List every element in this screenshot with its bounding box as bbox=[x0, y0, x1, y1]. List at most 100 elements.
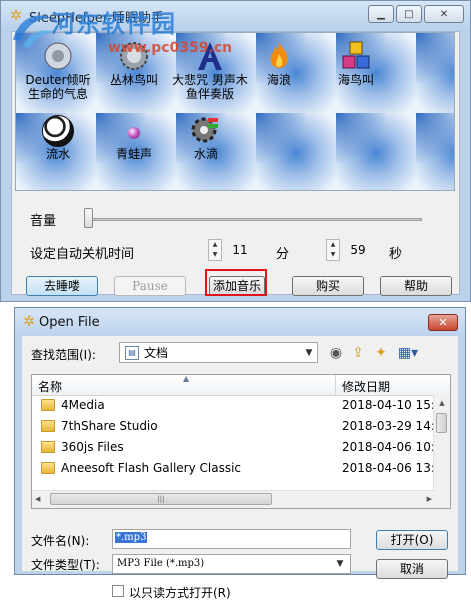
sound-item-seabirds[interactable]: 海鸟叫 bbox=[318, 39, 394, 109]
filetype-combo[interactable]: MP3 File (*.mp3) ▼ bbox=[112, 554, 351, 574]
item-name: 7thShare Studio bbox=[61, 419, 158, 433]
add-music-highlight bbox=[205, 269, 267, 296]
dialog-title: Open File bbox=[39, 315, 100, 330]
spin-up-icon[interactable]: ▲ bbox=[209, 240, 221, 250]
bead-icon bbox=[117, 113, 151, 147]
look-in-label: 查找范围(I): bbox=[31, 348, 96, 362]
help-button[interactable]: 帮助 bbox=[380, 276, 452, 296]
window-title: SleepHelper-睡眠助手 bbox=[29, 11, 164, 26]
list-item[interactable]: 4Media 2018-04-10 15:1 bbox=[32, 395, 443, 416]
item-date: 2018-04-06 10:4 bbox=[342, 440, 443, 454]
item-date: 2018-04-06 13: bbox=[342, 461, 435, 475]
scroll-right-icon[interactable]: ▶ bbox=[427, 491, 432, 508]
sound-item-dabei-mantra[interactable]: 大悲咒 男声木鱼伴奏版 bbox=[172, 39, 248, 109]
readonly-label[interactable]: 以只读方式打开(R) bbox=[129, 584, 231, 601]
file-list[interactable]: 名称 ▲ 修改日期 4Media 2018-04-10 15:1 7thShar… bbox=[31, 374, 451, 509]
volume-label: 音量 bbox=[30, 214, 57, 229]
minutes-stepper[interactable]: ▲ ▼ 11 bbox=[208, 239, 258, 261]
sound-label: 青蛙声 bbox=[115, 147, 152, 161]
spin-down-icon[interactable]: ▼ bbox=[327, 250, 339, 260]
soccer-ball-icon bbox=[41, 113, 75, 147]
column-divider[interactable] bbox=[335, 375, 336, 395]
back-icon[interactable]: ◉ bbox=[326, 343, 346, 363]
minimize-icon: ▁ bbox=[377, 8, 385, 20]
column-date-header[interactable]: 修改日期 bbox=[342, 378, 390, 395]
flame-icon bbox=[262, 39, 296, 73]
chevron-down-icon[interactable]: ▼ bbox=[301, 348, 317, 358]
list-item[interactable]: 7thShare Studio 2018-03-29 14:4 bbox=[32, 416, 443, 437]
dialog-close-button[interactable]: ✕ bbox=[428, 314, 458, 331]
vertical-scroll-thumb[interactable] bbox=[436, 413, 447, 433]
documents-icon: ▤ bbox=[125, 345, 139, 360]
filename-value: *.mp3 bbox=[115, 532, 148, 543]
go-sleep-button[interactable]: 去睡喽 bbox=[26, 276, 98, 296]
dialog-titlebar[interactable]: ✲ Open File ✕ bbox=[15, 308, 465, 336]
globe-icon bbox=[41, 39, 75, 73]
folder-icon bbox=[41, 399, 55, 411]
folder-icon bbox=[41, 462, 55, 474]
dialog-client: 查找范围(I): ▤ 文档 ▼ ◉ ⇪ ✦ ▦▾ 名称 ▲ 修改日期 4Medi… bbox=[22, 336, 458, 600]
window-controls: ▁ □ ✕ bbox=[368, 5, 464, 23]
sound-item-flowing-water[interactable]: 流水 bbox=[20, 113, 96, 183]
seconds-spin-arrows[interactable]: ▲ ▼ bbox=[326, 239, 340, 261]
horizontal-scroll-thumb[interactable]: ||| bbox=[50, 493, 272, 505]
sound-item-jungle-birds[interactable]: 丛林鸟叫 bbox=[96, 39, 172, 109]
pause-button[interactable]: Pause bbox=[114, 276, 186, 296]
scroll-left-icon[interactable]: ◀ bbox=[35, 491, 40, 508]
filename-input[interactable]: *.mp3 bbox=[112, 529, 351, 549]
letter-a-icon bbox=[193, 39, 227, 73]
folder-icon bbox=[41, 441, 55, 453]
list-item[interactable]: Aneesoft Flash Gallery Classic 2018-04-0… bbox=[32, 458, 435, 479]
volume-slider-thumb[interactable] bbox=[84, 208, 93, 228]
column-name-header[interactable]: 名称 bbox=[38, 378, 62, 395]
minutes-spin-arrows[interactable]: ▲ ▼ bbox=[208, 239, 222, 261]
minutes-unit: 分 bbox=[276, 247, 290, 262]
sound-label: 海浪 bbox=[266, 73, 291, 87]
minimize-button[interactable]: ▁ bbox=[368, 5, 394, 23]
filetype-value: MP3 File (*.mp3) bbox=[117, 558, 205, 569]
cubes-icon bbox=[339, 39, 373, 73]
seconds-unit: 秒 bbox=[389, 247, 403, 262]
sound-item-water-drops[interactable]: 水滴 bbox=[168, 113, 244, 183]
look-in-combo[interactable]: ▤ 文档 ▼ bbox=[119, 342, 318, 363]
gear-globe-icon bbox=[117, 39, 151, 73]
item-date: 2018-03-29 14:4 bbox=[342, 419, 443, 433]
chevron-down-icon[interactable]: ▼ bbox=[332, 555, 348, 573]
vertical-scrollbar[interactable]: ▲ bbox=[433, 395, 450, 492]
up-folder-icon[interactable]: ⇪ bbox=[348, 343, 368, 363]
sleephelper-titlebar[interactable]: ✲ SleepHelper-睡眠助手 ▁ □ ✕ bbox=[1, 1, 470, 31]
close-button[interactable]: ✕ bbox=[424, 5, 464, 23]
volume-slider-track[interactable] bbox=[86, 218, 422, 221]
sound-label: 丛林鸟叫 bbox=[109, 73, 158, 87]
item-name: 360js Files bbox=[61, 440, 124, 454]
readonly-checkbox[interactable] bbox=[112, 585, 124, 597]
sound-item-waves[interactable]: 海浪 bbox=[241, 39, 317, 109]
seconds-stepper[interactable]: ▲ ▼ 59 bbox=[326, 239, 376, 261]
maximize-button[interactable]: □ bbox=[396, 5, 422, 23]
sound-label: 海鸟叫 bbox=[337, 73, 374, 87]
sound-label: 流水 bbox=[45, 147, 70, 161]
horizontal-scrollbar[interactable]: ◀ ||| ▶ bbox=[32, 490, 435, 508]
item-name: Aneesoft Flash Gallery Classic bbox=[61, 461, 242, 475]
spin-up-icon[interactable]: ▲ bbox=[327, 240, 339, 250]
scroll-up-icon[interactable]: ▲ bbox=[434, 395, 450, 411]
list-header: 名称 ▲ 修改日期 bbox=[32, 375, 450, 396]
sound-item-frogs[interactable]: 青蛙声 bbox=[96, 113, 172, 183]
sound-label: Deuter倾听生命的气息 bbox=[25, 73, 91, 101]
maximize-icon: □ bbox=[404, 8, 414, 20]
cancel-button[interactable]: 取消 bbox=[376, 559, 448, 579]
look-in-value: 文档 bbox=[144, 346, 169, 360]
open-button[interactable]: 打开(O) bbox=[376, 530, 448, 550]
seconds-value[interactable]: 59 bbox=[340, 239, 376, 261]
buy-button[interactable]: 购买 bbox=[292, 276, 364, 296]
view-menu-icon[interactable]: ▦▾ bbox=[394, 343, 422, 363]
gear-tool-icon bbox=[189, 113, 223, 147]
minutes-value[interactable]: 11 bbox=[222, 239, 258, 261]
new-folder-icon[interactable]: ✦ bbox=[371, 343, 391, 363]
app-icon: ✲ bbox=[10, 8, 22, 24]
open-file-dialog: ✲ Open File ✕ 查找范围(I): ▤ 文档 ▼ ◉ ⇪ ✦ ▦▾ 名… bbox=[14, 307, 466, 600]
sound-item-deuter[interactable]: Deuter倾听生命的气息 bbox=[20, 39, 96, 109]
spin-down-icon[interactable]: ▼ bbox=[209, 250, 221, 260]
list-item[interactable]: 360js Files 2018-04-06 10:4 bbox=[32, 437, 443, 458]
item-date: 2018-04-10 15:1 bbox=[342, 398, 443, 412]
